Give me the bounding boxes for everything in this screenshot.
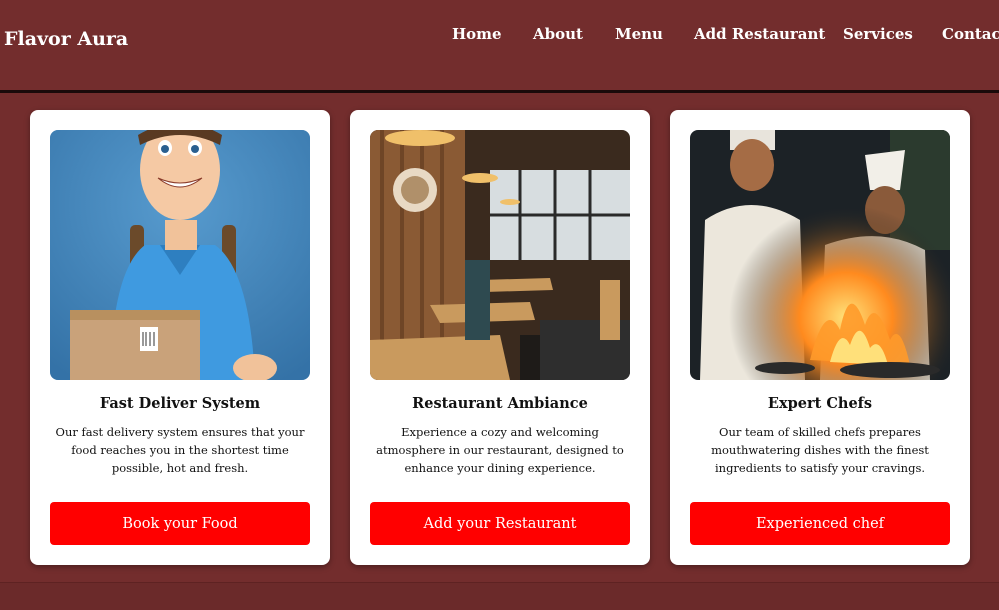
add-restaurant-button[interactable]: Add your Restaurant [370, 502, 630, 545]
footer-band [0, 582, 999, 610]
card-description: Our fast delivery system ensures that yo… [55, 425, 305, 475]
card-restaurant-ambiance: Restaurant Ambiance Experience a cozy an… [350, 110, 650, 565]
nav-menu[interactable]: Menu [615, 25, 663, 43]
nav-add-restaurant[interactable]: Add Restaurant [694, 25, 825, 43]
nav-contact[interactable]: Contact [942, 25, 999, 43]
card-title: Restaurant Ambiance [412, 395, 588, 412]
nav-home[interactable]: Home [452, 25, 502, 43]
chefs-cooking-image [690, 130, 950, 380]
card-fast-delivery: Fast Deliver System Our fast delivery sy… [30, 110, 330, 565]
service-cards: Fast Deliver System Our fast delivery sy… [0, 110, 999, 565]
card-title: Expert Chefs [767, 395, 873, 412]
card-title: Fast Deliver System [99, 395, 261, 412]
restaurant-interior-image [370, 130, 630, 380]
main-nav: Home About Menu Add Restaurant Services … [0, 25, 999, 45]
card-description: Our team of skilled chefs prepares mouth… [711, 425, 929, 475]
nav-about[interactable]: About [533, 25, 583, 43]
card-description: Experience a cozy and welcoming atmosphe… [376, 425, 624, 475]
experienced-chef-button[interactable]: Experienced chef [690, 502, 950, 545]
card-expert-chefs: Expert Chefs Our team of skilled chefs p… [670, 110, 970, 565]
nav-services[interactable]: Services [843, 25, 913, 43]
site-header: Flavor Aura Home About Menu Add Restaura… [0, 0, 999, 93]
book-food-button[interactable]: Book your Food [50, 502, 310, 545]
delivery-man-image [50, 130, 310, 380]
